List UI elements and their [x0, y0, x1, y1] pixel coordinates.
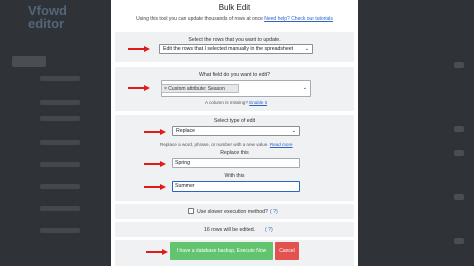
field-tag[interactable]: × Custom attribute: Season	[161, 84, 239, 93]
read-more-link[interactable]: Read more	[270, 142, 293, 147]
edit-type-select-value: Replace	[176, 128, 196, 134]
slower-method-label: Use slower execution method?	[197, 209, 268, 215]
background-side-item	[454, 194, 464, 200]
cancel-button[interactable]: Cancel	[275, 242, 299, 260]
edit-hint: Replace a word, phrase, or number with a…	[160, 142, 293, 147]
edit-type-label: Select type of edit	[213, 118, 256, 124]
chevron-down-icon: ⌄	[304, 46, 309, 52]
annotation-arrow	[144, 161, 166, 167]
background-side-item	[454, 126, 464, 132]
background-toolbar	[12, 56, 46, 67]
slower-help-link[interactable]: ( ?)	[270, 209, 278, 215]
slower-method-section: Use slower execution method? ( ?)	[115, 204, 354, 219]
with-label: With this	[224, 173, 245, 179]
annotation-arrow	[128, 46, 150, 52]
rows-edited-text: 16 rows will be edited.	[204, 227, 256, 233]
annotation-arrow	[144, 129, 166, 135]
rows-select[interactable]: Edit the rows that I selected manually i…	[159, 44, 313, 54]
chevron-down-icon: ⌄	[302, 85, 307, 91]
slower-method-checkbox[interactable]	[188, 208, 194, 214]
replace-label: Replace this	[220, 150, 249, 156]
execute-now-button[interactable]: I have a database backup, Execute Now	[170, 242, 273, 260]
annotation-arrow	[128, 85, 150, 91]
missing-column-text: A column is missing? Enable it	[205, 100, 268, 105]
background-side-item	[454, 238, 464, 244]
edit-type-select[interactable]: Replace ⌄	[172, 126, 300, 136]
annotation-arrow	[146, 249, 168, 255]
chevron-down-icon: ⌄	[291, 128, 296, 134]
replace-input[interactable]: Spring	[172, 158, 300, 168]
rows-edited-help-link[interactable]: ( ?)	[265, 227, 273, 233]
subtitle-text: Using this tool you can update thousands…	[136, 16, 263, 22]
enable-column-link[interactable]: Enable it	[249, 100, 267, 105]
field-label: What field do you want to edit?	[199, 72, 270, 78]
modal-title: Bulk Edit	[218, 3, 251, 12]
with-input[interactable]: Summer	[172, 181, 300, 192]
app-logo: Vfowd editor	[28, 3, 67, 31]
rows-select-value: Edit the rows that I selected manually i…	[163, 46, 294, 52]
annotation-arrow	[144, 184, 166, 190]
rows-label: Select the rows that you want to update.	[188, 37, 281, 43]
rows-section: Select the rows that you want to update.…	[115, 32, 354, 62]
background-side-item	[454, 62, 464, 68]
help-link[interactable]: Need help? Check our tutorials	[264, 16, 333, 22]
modal-subtitle: Using this tool you can update thousands…	[111, 16, 358, 22]
background-side-item	[454, 150, 464, 156]
rows-edited-section: 16 rows will be edited. ( ?)	[115, 222, 354, 237]
